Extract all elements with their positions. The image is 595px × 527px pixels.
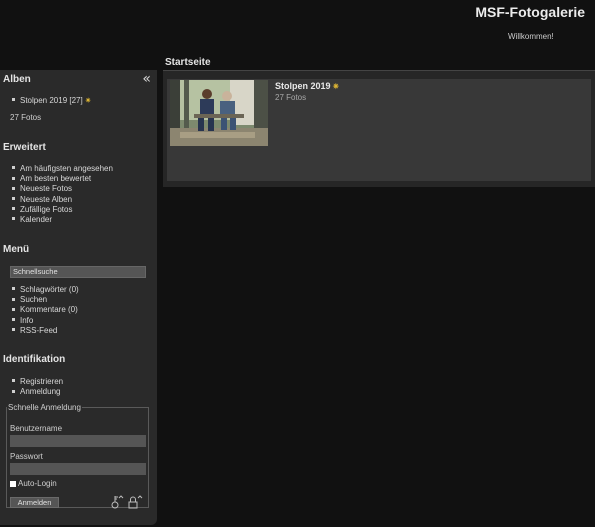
link-calendar[interactable]: Kalender <box>12 215 113 225</box>
password-field[interactable] <box>10 463 146 475</box>
bullet-icon <box>12 166 15 170</box>
link-login[interactable]: Anmeldung <box>12 387 63 397</box>
auto-login-checkbox[interactable] <box>10 481 16 487</box>
album-grid: Stolpen 2019 ✷ 27 Fotos <box>163 70 595 187</box>
identification-heading: Identifikation <box>3 354 66 365</box>
username-field[interactable] <box>10 435 146 447</box>
bullet-icon <box>12 207 15 211</box>
bullet-icon <box>12 297 15 301</box>
link-newest-albums[interactable]: Neueste Alben <box>12 195 113 205</box>
password-label: Passwort <box>10 452 43 461</box>
bullet-icon <box>12 328 15 332</box>
bullet-icon <box>12 379 15 383</box>
auto-login-label[interactable]: Auto-Login <box>18 479 57 488</box>
bullet-icon <box>12 307 15 311</box>
albums-list: Stolpen 2019 [27] ✷ <box>12 96 91 106</box>
key-icon <box>111 495 124 509</box>
album-photo-count: 27 Fotos <box>10 113 42 122</box>
openid-key-icons <box>110 494 144 510</box>
link-search[interactable]: Suchen <box>12 295 79 305</box>
quick-login-form: Schnelle Anmeldung Benutzername Passwort… <box>6 403 149 510</box>
bullet-icon <box>12 389 15 393</box>
login-submit-button[interactable]: Anmelden <box>10 497 59 508</box>
username-label: Benutzername <box>10 424 63 433</box>
album-photo-count: 27 Fotos <box>275 93 307 102</box>
link-info[interactable]: Info <box>12 316 79 326</box>
link-newest-photos[interactable]: Neueste Fotos <box>12 184 113 194</box>
album-card[interactable]: Stolpen 2019 ✷ 27 Fotos <box>167 79 591 181</box>
bullet-icon <box>12 98 15 102</box>
sidebar: « Alben Stolpen 2019 [27] ✷ 27 Fotos Erwe… <box>0 70 157 525</box>
quick-search-input[interactable]: Schnellsuche <box>10 266 146 278</box>
bullet-icon <box>12 196 15 200</box>
bullet-icon <box>12 317 15 321</box>
album-link-label[interactable]: Stolpen 2019 [27] <box>20 96 83 105</box>
new-star-icon: ✷ <box>332 82 340 91</box>
collapse-sidebar-icon[interactable]: « <box>142 72 151 86</box>
albums-heading: Alben <box>3 74 31 85</box>
album-thumbnail[interactable] <box>170 80 268 146</box>
identification-list: Registrieren Anmeldung <box>12 377 63 397</box>
link-tags[interactable]: Schlagwörter (0) <box>12 285 79 295</box>
extended-list: Am häufigsten angesehen Am besten bewert… <box>12 164 113 225</box>
link-random-photos[interactable]: Zufällige Fotos <box>12 205 113 215</box>
menu-heading: Menü <box>3 244 30 255</box>
site-title[interactable]: MSF-Fotogalerie <box>475 4 585 20</box>
link-rss-feed[interactable]: RSS-Feed <box>12 326 79 336</box>
menu-list: Schlagwörter (0) Suchen Kommentare (0) I… <box>12 285 79 336</box>
lock-icon <box>128 495 143 509</box>
page-title: Startseite <box>165 57 211 68</box>
bullet-icon <box>12 176 15 180</box>
bullet-icon <box>12 217 15 221</box>
quick-login-legend: Schnelle Anmeldung <box>8 403 81 412</box>
album-title[interactable]: Stolpen 2019 ✷ <box>275 81 339 91</box>
link-best-rated[interactable]: Am besten bewertet <box>12 174 113 184</box>
link-most-viewed[interactable]: Am häufigsten angesehen <box>12 164 113 174</box>
extended-heading: Erweitert <box>3 142 46 153</box>
bullet-icon <box>12 186 15 190</box>
bullet-icon <box>12 287 15 291</box>
welcome-text: Willkommen! <box>508 32 554 41</box>
link-comments[interactable]: Kommentare (0) <box>12 305 79 315</box>
album-link-stolpen-2019[interactable]: Stolpen 2019 [27] ✷ <box>12 96 91 106</box>
link-register[interactable]: Registrieren <box>12 377 63 387</box>
new-star-icon: ✷ <box>84 96 92 105</box>
